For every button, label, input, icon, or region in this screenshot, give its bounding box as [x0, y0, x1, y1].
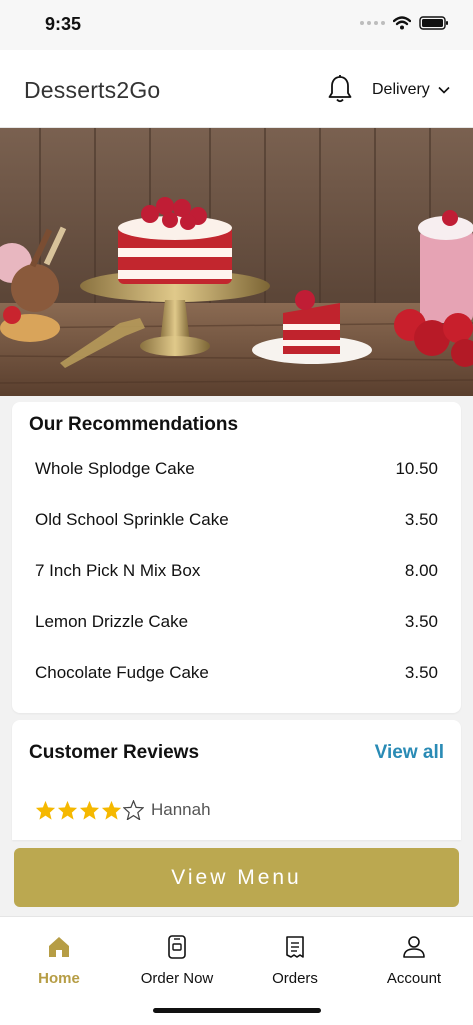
recommendation-row[interactable]: Lemon Drizzle Cake 3.50: [35, 612, 438, 636]
reviewer-name: Hannah: [151, 800, 211, 819]
receipt-icon: [286, 936, 304, 958]
recommendation-row[interactable]: 7 Inch Pick N Mix Box 8.00: [35, 561, 438, 585]
item-name: Old School Sprinkle Cake: [35, 510, 229, 529]
reviews-title: Customer Reviews: [29, 742, 200, 763]
tab-order-now[interactable]: Order Now: [127, 935, 227, 987]
recommendation-row[interactable]: Old School Sprinkle Cake 3.50: [35, 510, 438, 534]
status-time: 9:35: [45, 14, 82, 34]
signal-icon: [360, 21, 385, 25]
view-menu-button[interactable]: View Menu: [14, 848, 459, 907]
recommendation-row[interactable]: Whole Splodge Cake 10.50: [35, 459, 438, 483]
wifi-icon: [393, 16, 411, 30]
item-price: 3.50: [404, 663, 438, 682]
tab-label: Home: [38, 970, 80, 987]
tab-label: Account: [386, 970, 442, 987]
recommendations-card: Our Recommendations Whole Splodge Cake 1…: [12, 402, 461, 713]
home-icon: [49, 937, 69, 957]
item-name: Chocolate Fudge Cake: [35, 663, 209, 682]
star-filled-icon: [57, 800, 78, 820]
home-indicator: [153, 1008, 321, 1013]
recommendations-title: Our Recommendations: [29, 414, 239, 435]
item-price: 10.50: [395, 459, 438, 478]
phone-order-icon: [168, 935, 186, 959]
battery-icon: [419, 16, 448, 30]
tab-label: Orders: [272, 970, 318, 987]
item-name: 7 Inch Pick N Mix Box: [35, 561, 201, 580]
status-bar: 9:35: [0, 0, 473, 50]
user-icon: [403, 936, 425, 958]
delivery-label: Delivery: [372, 81, 430, 98]
item-name: Whole Splodge Cake: [35, 459, 195, 478]
star-filled-icon: [79, 800, 100, 820]
star-empty-icon: [123, 800, 144, 820]
tab-label: Order Now: [140, 970, 214, 987]
tab-account[interactable]: Account: [364, 935, 464, 987]
tab-orders[interactable]: Orders: [245, 935, 345, 987]
delivery-selector[interactable]: Delivery: [372, 81, 450, 99]
tab-home[interactable]: Home: [9, 935, 109, 987]
item-name: Lemon Drizzle Cake: [35, 612, 189, 631]
chevron-down-icon: [438, 86, 450, 94]
item-price: 8.00: [404, 561, 438, 580]
star-filled-icon: [101, 800, 122, 820]
status-icons: [360, 16, 449, 30]
recommendation-row[interactable]: Chocolate Fudge Cake 3.50: [35, 663, 438, 687]
app-title: Desserts2Go: [24, 77, 161, 103]
bell-icon[interactable]: [327, 74, 353, 104]
item-price: 3.50: [404, 510, 438, 529]
item-price: 3.50: [404, 612, 438, 631]
hero-image: [0, 128, 473, 396]
reviews-card: Customer Reviews View all Hannah: [12, 720, 461, 840]
view-all-link[interactable]: View all: [375, 742, 444, 764]
star-filled-icon: [35, 800, 56, 820]
star-rating: [35, 800, 144, 820]
app-header: Desserts2Go Delivery: [0, 50, 473, 128]
